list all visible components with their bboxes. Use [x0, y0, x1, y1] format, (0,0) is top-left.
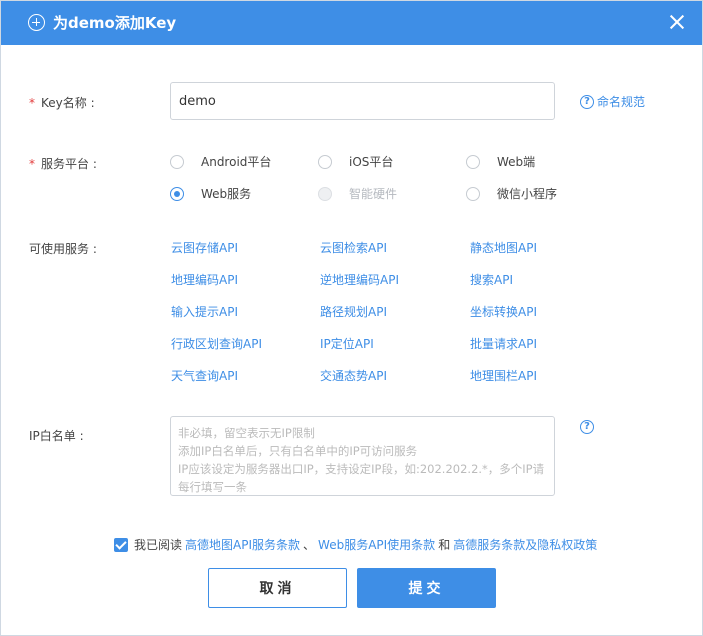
naming-rules-link[interactable]: ? 命名规范	[580, 94, 645, 110]
radio-circle	[170, 154, 184, 169]
service-link[interactable]: 路径规划API	[320, 304, 387, 320]
radio-label: iOS平台	[349, 155, 394, 169]
radio-label: Web端	[497, 155, 536, 169]
platform-label: * 服务平台 :	[29, 155, 97, 173]
ip-whitelist-label-text: IP白名单 :	[29, 429, 84, 443]
add-key-dialog: 为demo添加Key * Key名称 : ? 命名规范 * 服务平台 : Andro…	[0, 0, 703, 636]
naming-rules-text: 命名规范	[597, 95, 646, 109]
question-circle-icon: ?	[580, 95, 594, 109]
service-link[interactable]: 地理编码API	[171, 272, 238, 288]
service-link[interactable]: 批量请求API	[470, 336, 537, 352]
platform-radio-web-service[interactable]: Web服务	[170, 185, 251, 202]
key-name-label-text: Key名称 :	[41, 96, 95, 110]
radio-label: 智能硬件	[349, 187, 398, 201]
textarea-placeholder-line: 非必填，留空表示无IP限制	[178, 426, 315, 440]
service-link[interactable]: 行政区划查询API	[171, 336, 262, 352]
service-link[interactable]: IP定位API	[320, 336, 374, 352]
services-label-text: 可使用服务 :	[29, 242, 97, 256]
service-link[interactable]: 静态地图API	[470, 240, 537, 256]
amap-api-terms-link[interactable]: 高德地图API服务条款	[185, 537, 300, 553]
web-service-api-terms-link[interactable]: Web服务API使用条款	[318, 537, 435, 553]
radio-circle	[466, 154, 480, 169]
service-link[interactable]: 搜索API	[470, 272, 513, 288]
service-link[interactable]: 云图检索API	[320, 240, 387, 256]
agreement-separator: 和	[438, 538, 451, 552]
textarea-placeholder-line: 添加IP白名单后，只有白名单中的IP可访问服务	[178, 444, 418, 458]
dialog-title: 为demo添加Key	[53, 14, 177, 32]
platform-radio-wechat-miniprogram[interactable]: 微信小程序	[466, 185, 557, 202]
textarea-placeholder-line: IP应该设定为服务器出口IP，支持设定IP段，如:202.202.2.*，多个I…	[178, 462, 545, 476]
ip-whitelist-help-icon[interactable]: ?	[580, 420, 594, 434]
radio-circle	[318, 186, 332, 201]
ip-whitelist-label: IP白名单 :	[29, 427, 84, 445]
platform-radio-ios[interactable]: iOS平台	[318, 153, 393, 170]
platform-radio-smart-hardware: 智能硬件	[318, 185, 397, 202]
required-mark: *	[29, 157, 35, 171]
radio-label: Web服务	[201, 187, 252, 201]
service-link[interactable]: 云图存储API	[171, 240, 238, 256]
service-link[interactable]: 天气查询API	[171, 368, 238, 384]
plus-circle-icon	[28, 14, 45, 31]
required-mark: *	[29, 96, 35, 110]
agreement-checkbox[interactable]	[114, 538, 128, 552]
cancel-button[interactable]: 取消	[208, 568, 347, 608]
service-link[interactable]: 输入提示API	[171, 304, 238, 320]
key-name-label: * Key名称 :	[29, 94, 95, 112]
dialog-header: 为demo添加Key	[1, 1, 702, 45]
service-link[interactable]: 交通态势API	[320, 368, 387, 384]
agreement-row: 我已阅读 高德地图API服务条款 、 Web服务API使用条款 和 高德服务条款…	[114, 537, 600, 553]
platform-radio-android[interactable]: Android平台	[170, 153, 271, 170]
privacy-policy-link[interactable]: 高德服务条款及隐私权政策	[453, 537, 597, 553]
service-link[interactable]: 逆地理编码API	[320, 272, 399, 288]
radio-circle	[318, 154, 332, 169]
radio-label: Android平台	[201, 155, 272, 169]
key-name-input[interactable]	[170, 82, 555, 120]
service-link[interactable]: 地理围栏API	[470, 368, 537, 384]
ip-whitelist-textarea[interactable]: 非必填，留空表示无IP限制 添加IP白名单后，只有白名单中的IP可访问服务 IP…	[170, 416, 555, 496]
services-label: 可使用服务 :	[29, 240, 97, 258]
submit-button[interactable]: 提交	[357, 568, 496, 608]
agreement-prefix: 我已阅读	[134, 538, 183, 552]
radio-circle	[466, 186, 480, 201]
textarea-placeholder-line: 每行填写一条	[178, 480, 247, 494]
radio-circle	[170, 186, 184, 201]
agreement-separator: 、	[303, 538, 316, 552]
platform-radio-web[interactable]: Web端	[466, 153, 535, 170]
platform-label-text: 服务平台 :	[41, 157, 97, 171]
close-icon[interactable]	[667, 12, 687, 32]
service-link[interactable]: 坐标转换API	[470, 304, 537, 320]
radio-label: 微信小程序	[497, 187, 558, 201]
